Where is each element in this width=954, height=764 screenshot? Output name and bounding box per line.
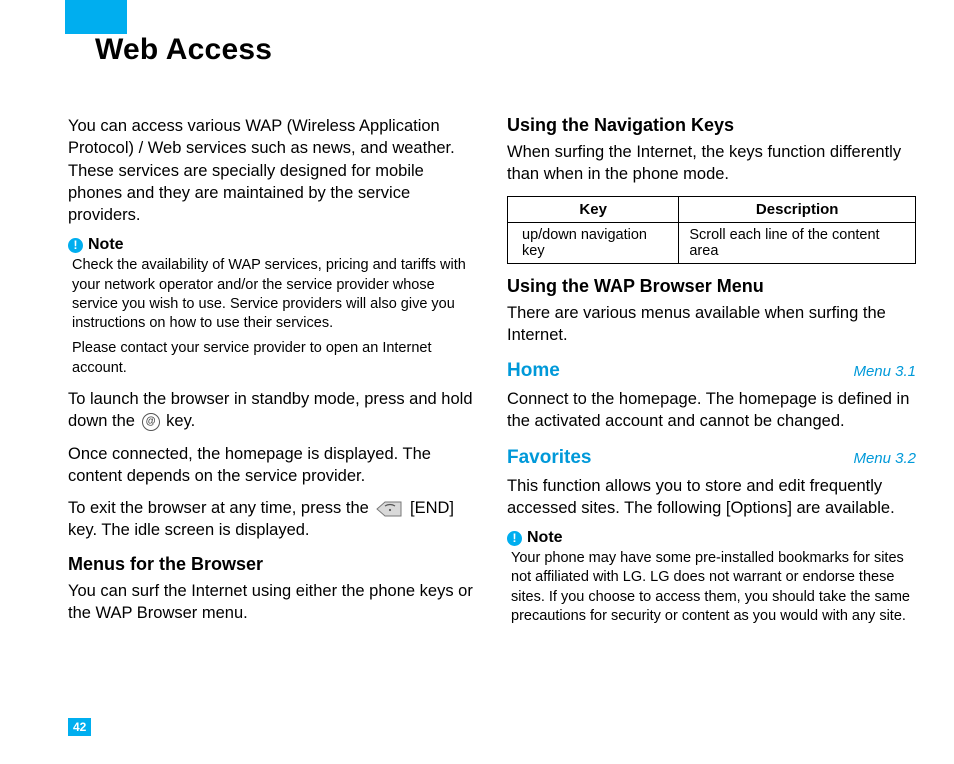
key-header: Key	[508, 196, 679, 222]
menu-ref: Menu 3.1	[853, 363, 916, 380]
content-columns: You can access various WAP (Wireless App…	[68, 115, 916, 634]
menu-ref: Menu 3.2	[853, 450, 916, 467]
note-text: Your phone may have some pre-installed b…	[507, 549, 916, 626]
menu-name: Favorites	[507, 447, 591, 469]
menus-subhead: Menus for the Browser	[68, 554, 477, 575]
key-cell: up/down navigation key	[508, 222, 679, 263]
menu-name: Home	[507, 360, 560, 382]
right-column: Using the Navigation Keys When surfing t…	[507, 115, 916, 634]
wap-menu-subhead: Using the WAP Browser Menu	[507, 276, 916, 297]
note-paragraph: Your phone may have some pre-installed b…	[511, 549, 916, 626]
note-paragraph: Please contact your service provider to …	[72, 339, 477, 378]
page-title: Web Access	[95, 33, 272, 67]
launch-paragraph: To launch the browser in standby mode, p…	[68, 388, 477, 433]
connected-paragraph: Once connected, the homepage is displaye…	[68, 443, 477, 488]
description-header: Description	[679, 196, 916, 222]
note-icon: !	[68, 238, 83, 253]
menu-item-favorites: Favorites Menu 3.2	[507, 447, 916, 469]
wap-menu-paragraph: There are various menus available when s…	[507, 302, 916, 347]
text-run: To exit the browser at any time, press t…	[68, 499, 373, 517]
browser-key-icon: @	[142, 413, 160, 431]
end-key-icon	[375, 500, 403, 518]
description-cell: Scroll each line of the content area	[679, 222, 916, 263]
menu-item-home: Home Menu 3.1	[507, 360, 916, 382]
note-label: Note	[88, 236, 124, 254]
table-row: up/down navigation key Scroll each line …	[508, 222, 916, 263]
key-description-table: Key Description up/down navigation key S…	[507, 196, 916, 264]
menus-paragraph: You can surf the Internet using either t…	[68, 580, 477, 625]
note-paragraph: Check the availability of WAP services, …	[72, 256, 477, 333]
note-label: Note	[527, 529, 563, 547]
note-heading: ! Note	[507, 529, 916, 547]
intro-paragraph: You can access various WAP (Wireless App…	[68, 115, 477, 226]
note-icon: !	[507, 531, 522, 546]
exit-paragraph: To exit the browser at any time, press t…	[68, 497, 477, 542]
page-number: 42	[68, 718, 91, 736]
nav-keys-paragraph: When surfing the Internet, the keys func…	[507, 141, 916, 186]
home-paragraph: Connect to the homepage. The homepage is…	[507, 388, 916, 433]
text-run: key.	[166, 412, 195, 430]
text-run: To launch the browser in standby mode, p…	[68, 390, 473, 430]
note-heading: ! Note	[68, 236, 477, 254]
table-header-row: Key Description	[508, 196, 916, 222]
nav-keys-subhead: Using the Navigation Keys	[507, 115, 916, 136]
note-text: Check the availability of WAP services, …	[68, 256, 477, 378]
left-column: You can access various WAP (Wireless App…	[68, 115, 477, 634]
header-tab	[65, 0, 127, 34]
favorites-paragraph: This function allows you to store and ed…	[507, 475, 916, 520]
